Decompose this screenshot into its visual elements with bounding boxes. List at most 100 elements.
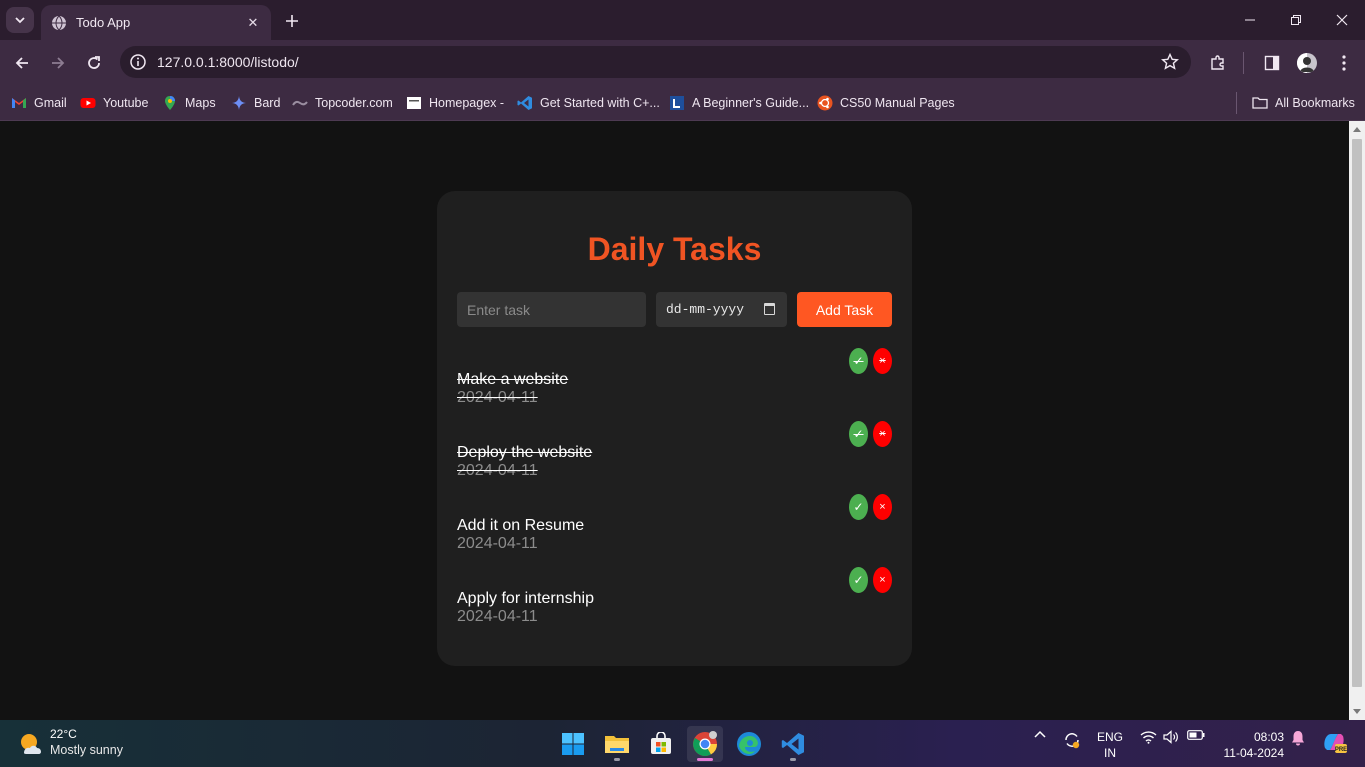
back-button[interactable] xyxy=(9,50,35,76)
profile-avatar[interactable] xyxy=(1297,53,1317,73)
add-task-button[interactable]: Add Task xyxy=(797,292,892,327)
chevron-up-icon xyxy=(1034,730,1046,738)
topcoder-icon xyxy=(292,100,308,106)
reload-button[interactable] xyxy=(81,50,107,76)
bookmark-maps[interactable]: Maps xyxy=(162,93,216,113)
bookmark-label: Bard xyxy=(254,96,281,110)
taskbar-edge[interactable] xyxy=(731,726,767,762)
bell-icon xyxy=(1292,731,1304,746)
bookmark-label: Get Started with C+... xyxy=(540,96,660,110)
scroll-up-arrow-icon[interactable] xyxy=(1353,127,1361,132)
bookmarks-bar: Gmail Youtube Maps Bard Topcoder.com Hom… xyxy=(0,85,1365,121)
language-indicator[interactable]: ENG IN xyxy=(1094,729,1126,761)
bookmark-label: Topcoder.com xyxy=(315,96,393,110)
taskbar-file-explorer[interactable] xyxy=(599,726,635,762)
folder-icon xyxy=(605,736,629,753)
page-viewport: Daily Tasks dd-mm-yyyy Add Task ✓ × Make… xyxy=(0,121,1349,720)
clock-date: 11-04-2024 xyxy=(1223,746,1285,760)
window-controls xyxy=(1227,0,1365,40)
folder-icon xyxy=(1252,97,1268,109)
tab-title: Todo App xyxy=(76,15,131,30)
windows-logo-icon xyxy=(562,733,584,755)
taskbar-clock[interactable]: 08:03 11-04-2024 xyxy=(1214,729,1285,761)
document-icon xyxy=(407,97,421,109)
bookmark-gmail[interactable]: Gmail xyxy=(11,93,67,113)
weather-widget[interactable]: 22°C Mostly sunny xyxy=(18,727,123,757)
bookmark-topcoder[interactable]: Topcoder.com xyxy=(292,93,393,113)
bookmark-cs50-manual[interactable]: CS50 Manual Pages xyxy=(817,93,955,113)
bookmark-label: Homepagex - xyxy=(429,96,505,110)
check-icon: ✓ xyxy=(853,500,864,514)
chrome-menu-button[interactable] xyxy=(1334,53,1354,73)
complete-task-button[interactable]: ✓ xyxy=(849,567,868,593)
bookmark-beginners-guide[interactable]: A Beginner's Guide... xyxy=(669,93,809,113)
clock-time: 08:03 xyxy=(1253,730,1284,744)
task-date: 2024-04-11 xyxy=(457,389,538,406)
delete-task-button[interactable]: × xyxy=(873,348,892,374)
wifi-tray-icon[interactable] xyxy=(1139,730,1157,744)
complete-task-button[interactable]: ✓ xyxy=(849,421,868,447)
bookmark-label: CS50 Manual Pages xyxy=(840,96,955,110)
taskbar-microsoft-store[interactable] xyxy=(643,726,679,762)
maps-pin-icon xyxy=(165,96,175,110)
address-bar[interactable]: 127.0.0.1:8000/listodo/ xyxy=(120,46,1191,78)
page-scrollbar[interactable] xyxy=(1349,121,1365,720)
restore-icon xyxy=(1291,15,1301,25)
page-title: Daily Tasks xyxy=(587,231,762,267)
forward-arrow-icon xyxy=(52,57,65,69)
forward-button[interactable] xyxy=(45,50,71,76)
chevron-down-icon xyxy=(15,17,25,24)
bookmark-star-icon[interactable] xyxy=(1161,53,1179,71)
url-text[interactable]: 127.0.0.1:8000/listodo/ xyxy=(157,54,299,70)
site-info-icon[interactable] xyxy=(129,53,147,71)
show-hidden-icons-button[interactable] xyxy=(1031,730,1049,738)
speaker-icon xyxy=(1162,730,1178,744)
globe-icon xyxy=(52,15,66,30)
task-item: ✓ × Apply for internship 2024-04-11 xyxy=(457,567,892,637)
vscode-icon xyxy=(781,733,804,755)
task-date: 2024-04-11 xyxy=(457,535,538,552)
taskbar-vscode[interactable] xyxy=(775,726,811,762)
close-tab-icon[interactable]: ✕ xyxy=(245,15,261,31)
close-window-button[interactable] xyxy=(1319,0,1365,40)
taskbar-chrome[interactable] xyxy=(687,726,723,762)
bookmark-get-started-cpp[interactable]: Get Started with C+... xyxy=(517,93,660,113)
bookmark-youtube[interactable]: Youtube xyxy=(80,93,148,113)
tab-search-button[interactable] xyxy=(6,7,34,33)
sync-tray-icon[interactable] xyxy=(1061,730,1083,750)
extensions-button[interactable] xyxy=(1208,53,1228,73)
task-input[interactable] xyxy=(457,292,646,327)
calendar-icon[interactable] xyxy=(764,303,775,315)
puzzle-icon xyxy=(1211,55,1224,70)
bookmark-bard[interactable]: Bard xyxy=(231,93,280,113)
browser-tab[interactable]: Todo App ✕ xyxy=(41,5,271,40)
delete-icon: × xyxy=(879,574,886,586)
notifications-button[interactable] xyxy=(1289,730,1307,746)
all-bookmarks-button[interactable]: All Bookmarks xyxy=(1252,93,1355,113)
running-indicator xyxy=(614,758,620,761)
battery-tray-icon[interactable] xyxy=(1186,730,1206,740)
scrollbar-thumb[interactable] xyxy=(1352,139,1362,687)
svg-text:PRE: PRE xyxy=(1335,747,1347,753)
plus-icon xyxy=(286,15,298,27)
volume-tray-icon[interactable] xyxy=(1162,730,1180,744)
complete-task-button[interactable]: ✓ xyxy=(849,494,868,520)
scroll-down-arrow-icon[interactable] xyxy=(1353,709,1361,714)
new-tab-button[interactable] xyxy=(281,10,303,32)
copilot-button[interactable]: PRE xyxy=(1320,730,1348,754)
wifi-icon xyxy=(1140,731,1156,744)
date-input[interactable]: dd-mm-yyyy xyxy=(656,292,787,327)
delete-task-button[interactable]: × xyxy=(873,567,892,593)
all-bookmarks-label: All Bookmarks xyxy=(1275,96,1355,110)
task-date: 2024-04-11 xyxy=(457,462,538,479)
bookmark-homepagex[interactable]: Homepagex - xyxy=(406,93,504,113)
side-panel-button[interactable] xyxy=(1262,53,1282,73)
guide-icon xyxy=(670,96,684,110)
delete-task-button[interactable]: × xyxy=(873,421,892,447)
restore-button[interactable] xyxy=(1273,0,1319,40)
delete-task-button[interactable]: × xyxy=(873,494,892,520)
complete-task-button[interactable]: ✓ xyxy=(849,348,868,374)
task-text: Apply for internship xyxy=(457,590,594,607)
minimize-button[interactable] xyxy=(1227,0,1273,40)
start-button[interactable] xyxy=(555,726,591,762)
